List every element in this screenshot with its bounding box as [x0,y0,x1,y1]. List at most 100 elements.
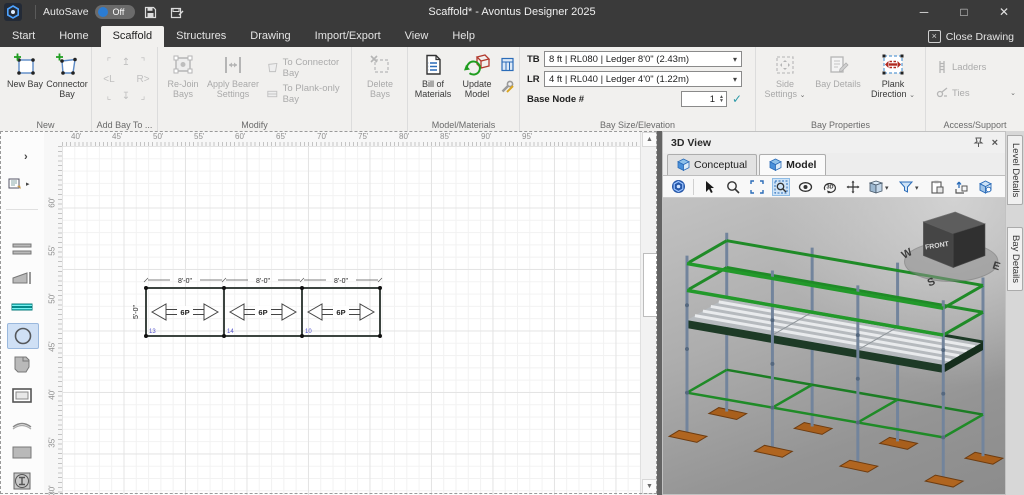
app-logo-icon[interactable] [4,3,22,21]
add-bay-down-right-button[interactable]: ⌟ [135,88,151,104]
tab-conceptual[interactable]: Conceptual [667,154,757,175]
ruler-label: 65' [276,132,286,141]
close-button[interactable]: ✕ [984,0,1024,24]
maximize-button[interactable]: □ [944,0,984,24]
plank-count-label: 6P [336,308,345,317]
delete-bays-icon [368,52,392,78]
minimize-button[interactable]: ─ [904,0,944,24]
to-connector-bay-button[interactable]: To Connector Bay [266,59,351,77]
beam-section-icon [11,242,33,256]
save-as-button[interactable] [167,3,187,21]
tool-plank-section[interactable] [7,295,37,319]
select-cursor-icon[interactable] [700,178,718,196]
tb-dropdown[interactable]: 8 ft | RL080 | Ledger 8'0" (2.43m) ▾ [544,51,742,67]
add-bay-center-button[interactable] [118,71,134,87]
autosave-toggle[interactable]: Off [95,5,135,19]
panel-title: 3D View [671,137,711,149]
tab-help[interactable]: Help [440,26,487,47]
add-bay-up-right-button[interactable]: ⌝ [135,54,151,70]
paste-icon[interactable] [928,178,946,196]
tab-level-details[interactable]: Level Details [1007,135,1023,205]
expand-palette-button[interactable]: › [24,151,28,163]
close-drawing-icon: × [928,30,941,43]
side-settings-button[interactable]: Side Settings ⌄ [760,52,810,100]
tool-kerb-section[interactable] [7,353,37,377]
pan-icon[interactable] [844,178,862,196]
to-plank-only-bay-icon [266,88,279,100]
panel-close-icon[interactable]: × [992,137,998,149]
lr-dropdown[interactable]: 4 ft | RL040 | Ledger 4'0" (1.22m) ▾ [544,71,742,87]
palette-import-button[interactable]: ▸ [8,177,30,191]
zoom-window-icon[interactable] [772,178,790,196]
ribbon-group-modify: Re-Join Bays Apply Bearer Settings To Co… [158,47,352,131]
ladders-button[interactable]: Ladders [936,58,986,76]
save-button[interactable] [141,3,161,21]
new-bay-button[interactable]: New Bay [2,52,48,89]
add-bay-right-button[interactable]: R> [135,71,151,87]
tab-start[interactable]: Start [0,26,47,47]
tab-scaffold[interactable]: Scaffold [101,26,165,47]
scroll-down-button[interactable]: ▼ [642,479,657,494]
materials-calculator-button[interactable] [500,57,515,72]
chevron-down-icon: ⌄ [909,92,915,99]
zoom-icon[interactable] [724,178,742,196]
ribbon-group-bay-size: TB 8 ft | RL080 | Ledger 8'0" (2.43m) ▾ … [520,47,756,131]
tool-column-section[interactable] [7,469,37,493]
tab-view[interactable]: View [393,26,441,47]
group-label-bay-size: Bay Size/Elevation [520,120,755,130]
ties-button[interactable]: Ties ⌄ [936,84,1016,102]
orbit-3d-icon[interactable]: 3D [820,178,838,196]
tab-drawing[interactable]: Drawing [238,26,302,47]
views-cube-icon[interactable]: ▾ [868,178,892,196]
apply-bearer-settings-button[interactable]: Apply Bearer Settings [206,52,260,99]
tool-circle-section[interactable] [7,323,39,349]
tool-slab-section[interactable] [7,440,37,464]
to-plank-only-bay-button[interactable]: To Plank-only Bay [266,85,351,103]
update-model-button[interactable]: Update Model [454,52,500,99]
scroll-up-button[interactable]: ▲ [642,132,657,147]
rejoin-bays-button[interactable]: Re-Join Bays [160,52,206,99]
tab-home[interactable]: Home [47,26,100,47]
add-bay-down-left-button[interactable]: ⌞ [101,88,117,104]
view-cube[interactable]: W S E FRONT [900,212,1002,289]
render-settings-icon[interactable] [976,178,994,196]
bay-details-button[interactable]: Bay Details [814,52,862,89]
plank-direction-button[interactable]: Plank Direction ⌄ [866,52,920,100]
model-tools-button[interactable] [500,79,515,94]
tool-arch-section[interactable] [7,412,37,436]
plank-section-icon [11,301,33,313]
group-label-add-bay: Add Bay To ... [92,120,157,130]
export-model-icon[interactable] [952,178,970,196]
ruler-label: 60' [48,196,57,210]
add-bay-up-button[interactable]: ↥ [118,54,134,70]
tool-beam-section[interactable] [7,237,37,261]
orbit-eye-icon[interactable] [796,178,814,196]
scrollbar-thumb[interactable] [643,253,658,317]
tab-import-export[interactable]: Import/Export [303,26,393,47]
pin-icon[interactable] [973,137,984,148]
tab-bay-details[interactable]: Bay Details [1007,227,1023,291]
tab-structures[interactable]: Structures [164,26,238,47]
viewport-3d[interactable]: W S E FRONT [663,198,1005,494]
canvas-vertical-scrollbar[interactable]: ▲ ▼ [640,131,657,495]
tool-frame-section[interactable] [7,383,37,407]
connector-bay-button[interactable]: Connector Bay [44,52,90,99]
scaffold-plan[interactable]: 8'-0" 8'-0" 8'-0" 5'-0" [130,274,384,346]
zoom-extents-icon[interactable] [748,178,766,196]
add-bay-up-left-button[interactable]: ⌜ [101,54,117,70]
delete-bays-button[interactable]: Delete Bays [357,52,403,99]
spinner-arrows-icon[interactable]: ▲▼ [717,95,726,103]
drawing-canvas[interactable]: 8'-0" 8'-0" 8'-0" 5'-0" [62,146,640,495]
bill-of-materials-button[interactable]: Bill of Materials [410,52,456,99]
add-bay-left-button[interactable]: <L [101,71,117,87]
arch-section-icon [11,418,33,430]
base-node-spinner[interactable]: 1 ▲▼ [681,91,727,107]
apply-check-button[interactable]: ✓ [732,92,742,106]
close-drawing-button[interactable]: × Close Drawing [918,30,1024,47]
main-area: › ▸ [0,131,1024,495]
autosave-state: Off [113,7,125,17]
tab-model[interactable]: Model [759,154,826,175]
add-bay-down-button[interactable]: ↧ [118,88,134,104]
tool-ramp-section[interactable] [7,266,37,290]
visual-style-icon[interactable]: ▾ [898,178,922,196]
